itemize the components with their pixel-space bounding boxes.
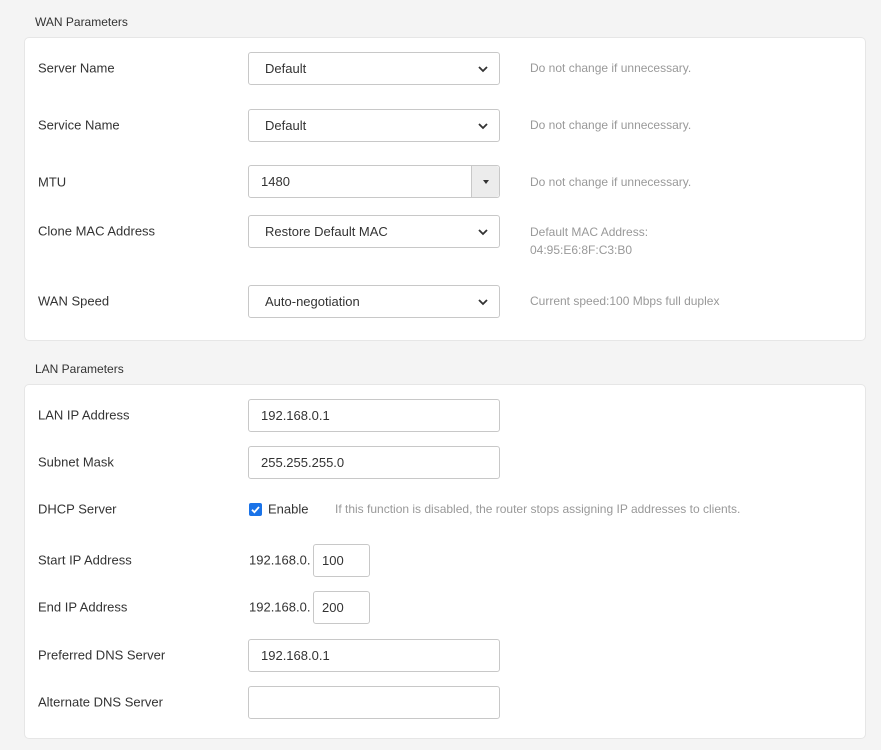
server-name-select[interactable]: Default bbox=[248, 52, 500, 85]
end-ip-input[interactable]: 200 bbox=[313, 591, 370, 624]
mtu-dropdown-button[interactable] bbox=[471, 166, 499, 197]
clone-mac-value: Restore Default MAC bbox=[265, 224, 388, 239]
lan-section-title: LAN Parameters bbox=[35, 362, 124, 376]
wan-speed-value: Auto-negotiation bbox=[265, 294, 360, 309]
server-name-value: Default bbox=[265, 61, 307, 76]
wan-speed-hint: Current speed:100 Mbps full duplex bbox=[530, 294, 720, 308]
preferred-dns-label: Preferred DNS Server bbox=[38, 647, 166, 663]
mtu-value: 1480 bbox=[261, 174, 290, 189]
mtu-combobox[interactable]: 1480 bbox=[248, 165, 500, 198]
service-name-value: Default bbox=[265, 118, 307, 133]
chevron-down-icon bbox=[478, 123, 488, 130]
wan-speed-select[interactable]: Auto-negotiation bbox=[248, 285, 500, 318]
dhcp-enable-label[interactable]: Enable bbox=[268, 502, 308, 517]
dhcp-enable-checkbox[interactable] bbox=[249, 503, 262, 516]
subnet-mask-input[interactable]: 255.255.255.0 bbox=[248, 446, 500, 479]
dhcp-hint: If this function is disabled, the router… bbox=[335, 502, 741, 516]
start-ip-prefix: 192.168.0. bbox=[249, 552, 311, 568]
default-mac-caption: Default MAC Address: bbox=[530, 225, 649, 239]
server-name-label: Server Name bbox=[38, 60, 115, 76]
default-mac-address: 04:95:E6:8F:C3:B0 bbox=[530, 243, 633, 257]
service-name-select[interactable]: Default bbox=[248, 109, 500, 142]
chevron-down-icon bbox=[478, 299, 488, 306]
mtu-hint: Do not change if unnecessary. bbox=[530, 175, 692, 189]
server-name-hint: Do not change if unnecessary. bbox=[530, 61, 692, 75]
caret-down-icon bbox=[482, 179, 489, 184]
service-name-hint: Do not change if unnecessary. bbox=[530, 118, 692, 132]
subnet-mask-label: Subnet Mask bbox=[38, 454, 114, 470]
clone-mac-label: Clone MAC Address bbox=[38, 223, 156, 239]
end-ip-label: End IP Address bbox=[38, 599, 128, 615]
chevron-down-icon bbox=[478, 229, 488, 236]
preferred-dns-input[interactable]: 192.168.0.1 bbox=[248, 639, 500, 672]
start-ip-label: Start IP Address bbox=[38, 552, 132, 568]
alternate-dns-label: Alternate DNS Server bbox=[38, 694, 163, 710]
lan-ip-label: LAN IP Address bbox=[38, 407, 130, 423]
chevron-down-icon bbox=[478, 66, 488, 73]
checkmark-icon bbox=[251, 506, 260, 514]
wan-speed-label: WAN Speed bbox=[38, 293, 110, 309]
wan-section-title: WAN Parameters bbox=[35, 15, 128, 29]
service-name-label: Service Name bbox=[38, 117, 120, 133]
clone-mac-hint: Default MAC Address: 04:95:E6:8F:C3:B0 bbox=[530, 223, 648, 259]
mtu-label: MTU bbox=[38, 174, 67, 190]
lan-ip-input[interactable]: 192.168.0.1 bbox=[248, 399, 500, 432]
clone-mac-select[interactable]: Restore Default MAC bbox=[248, 215, 500, 248]
dhcp-server-label: DHCP Server bbox=[38, 501, 117, 517]
alternate-dns-input[interactable] bbox=[248, 686, 500, 719]
start-ip-input[interactable]: 100 bbox=[313, 544, 370, 577]
end-ip-prefix: 192.168.0. bbox=[249, 599, 311, 615]
